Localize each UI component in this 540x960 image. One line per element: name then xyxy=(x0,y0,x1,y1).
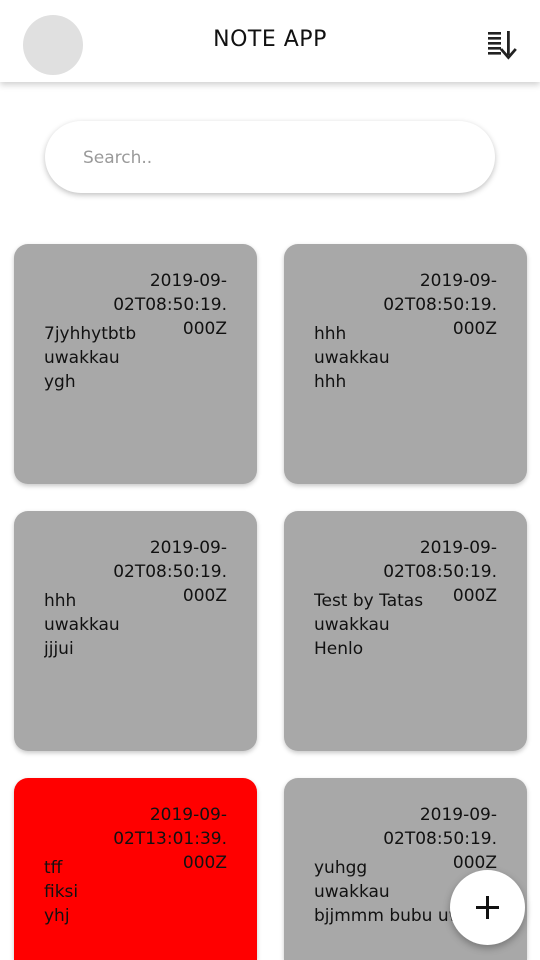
search-input[interactable] xyxy=(81,121,475,195)
note-line: hhh xyxy=(44,591,77,611)
plus-icon xyxy=(476,896,499,919)
note-card[interactable]: 2019-09-02T08:50:19. 000Z hhh uwakkau jj… xyxy=(14,511,257,751)
note-card[interactable]: 2019-09-02T08:50:19. 000Z Test by Tatas … xyxy=(284,511,527,751)
note-line: Test by Tatas xyxy=(314,591,424,611)
note-line: fiksi xyxy=(44,882,79,902)
note-line: uwakkau xyxy=(314,348,390,368)
note-app-screen: NOTE APP 2019-09-02T08:50:19. 000Z 7jyhh… xyxy=(0,0,540,960)
note-line: uwakkau xyxy=(44,615,120,635)
note-card[interactable]: 2019-09-02T08:50:19. 000Z hhh uwakkau hh… xyxy=(284,244,527,484)
search-bar xyxy=(45,121,495,195)
note-card[interactable]: 2019-09-02T08:50:19. 000Z 7jyhhytbtb uwa… xyxy=(14,244,257,484)
page-title: NOTE APP xyxy=(213,27,327,52)
app-header: NOTE APP xyxy=(0,0,540,82)
note-body: hhh uwakkau hhh xyxy=(314,322,517,394)
note-body: tff fiksi yhj xyxy=(44,856,247,928)
note-line: uwakkau xyxy=(314,615,390,635)
sort-descending-icon xyxy=(488,31,517,60)
note-line: jjjui xyxy=(44,639,74,659)
note-line: 7jyhhytbtb xyxy=(44,324,137,344)
note-line: ygh xyxy=(44,372,76,392)
note-line: uwakkau xyxy=(44,348,120,368)
note-line: hhh xyxy=(314,324,347,344)
note-body: hhh uwakkau jjjui xyxy=(44,589,247,661)
sort-button[interactable] xyxy=(484,26,520,62)
note-body: 7jyhhytbtb uwakkau ygh xyxy=(44,322,247,394)
note-line: hhh xyxy=(314,372,347,392)
add-note-button[interactable] xyxy=(450,870,525,945)
note-body: Test by Tatas uwakkau Henlo xyxy=(314,589,517,661)
note-line: Henlo xyxy=(314,639,364,659)
note-line: yhj xyxy=(44,906,70,926)
note-card[interactable]: 2019-09-02T13:01:39. 000Z tff fiksi yhj xyxy=(14,778,257,960)
note-line: tff xyxy=(44,858,63,878)
